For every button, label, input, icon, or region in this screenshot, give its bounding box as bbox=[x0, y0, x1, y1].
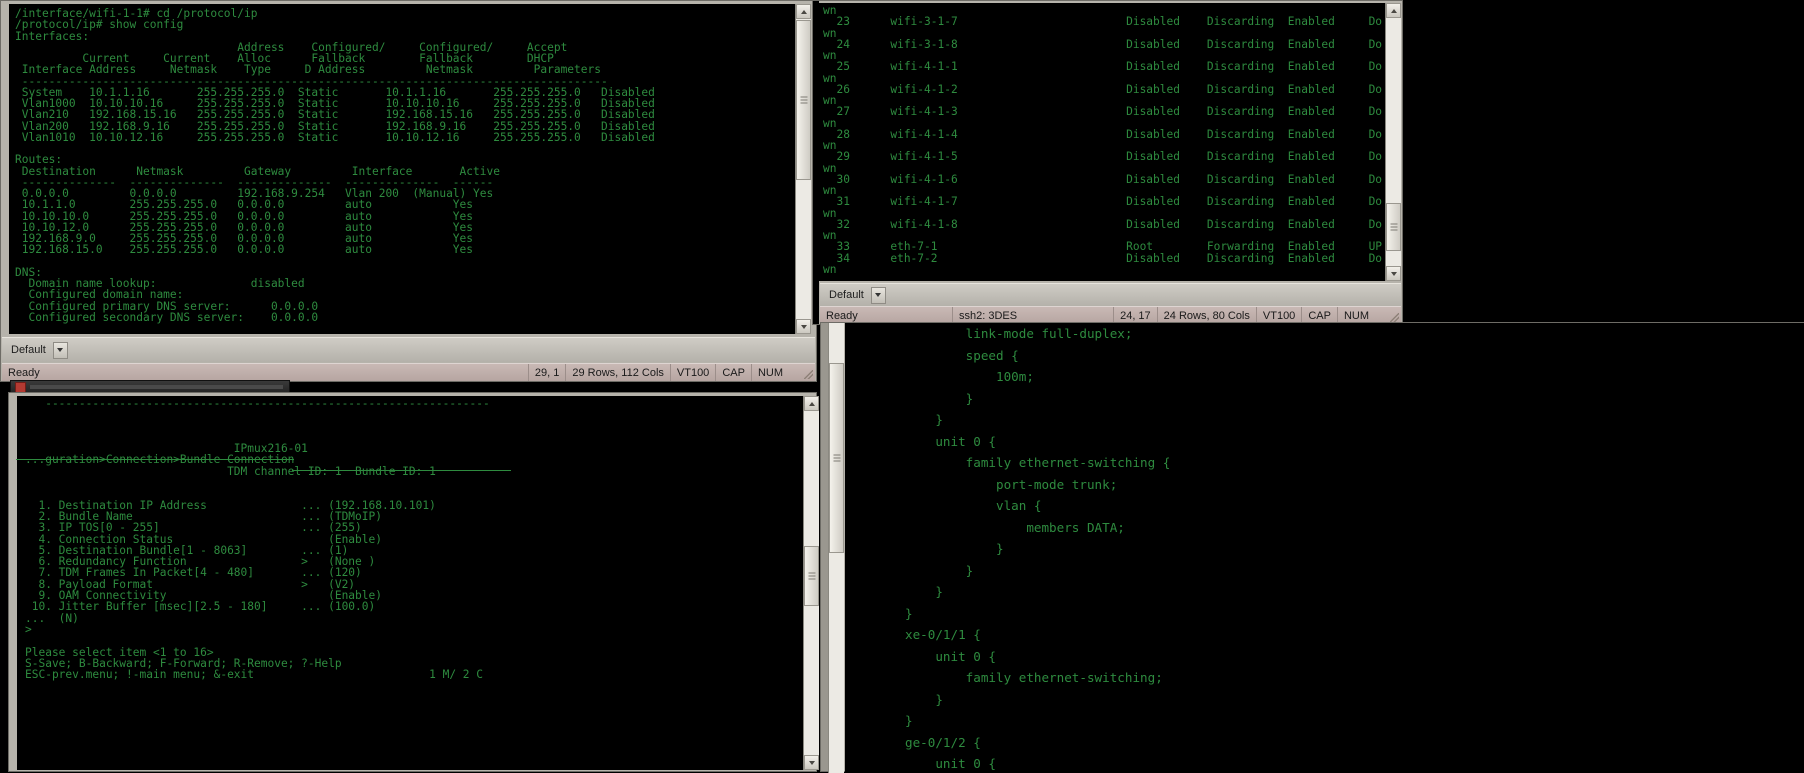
ipmux-terminal-text: ----------------------------------------… bbox=[25, 397, 490, 682]
session-select-ip-config[interactable]: Default bbox=[8, 341, 68, 359]
ip-config-terminal-text: /interface/wifi-1-1# cd /protocol/ip /pr… bbox=[15, 7, 655, 324]
scrollbar-thumb-grip bbox=[808, 572, 815, 580]
status-cursor-position: 29, 1 bbox=[529, 364, 567, 381]
scrollbar-thumb[interactable] bbox=[796, 20, 811, 180]
spanning-tree-terminal-text: wn 23 wifi-3-1-7 Disabled Discarding Ena… bbox=[823, 4, 1383, 276]
securecrt-ipmux-window[interactable]: ----------------------------------------… bbox=[8, 392, 819, 772]
titlebar-placeholder bbox=[30, 385, 283, 389]
scroll-up-arrow-icon[interactable] bbox=[796, 4, 811, 19]
scrollbar-thumb-grip bbox=[800, 96, 807, 104]
ip-config-vertical-scrollbar[interactable] bbox=[795, 4, 811, 334]
close-icon[interactable] bbox=[15, 381, 26, 393]
status-cap-indicator: CAP bbox=[716, 364, 752, 381]
spanning-tree-session-bar: Default bbox=[820, 283, 1401, 306]
ipmux-tdm-channel-underline bbox=[292, 470, 511, 471]
junos-vertical-scrollbar[interactable] bbox=[828, 323, 844, 773]
scrollbar-thumb[interactable] bbox=[829, 363, 844, 553]
ip-config-status-bar: Ready 29, 1 29 Rows, 112 Cols VT100 CAP … bbox=[2, 363, 815, 381]
scroll-up-arrow-icon[interactable] bbox=[1386, 3, 1401, 18]
scroll-up-arrow-icon[interactable] bbox=[804, 396, 819, 411]
ip-config-terminal-area[interactable]: /interface/wifi-1-1# cd /protocol/ip /pr… bbox=[9, 4, 795, 334]
securecrt-spanning-tree-window[interactable]: wn 23 wifi-3-1-7 Disabled Discarding Ena… bbox=[812, 0, 1403, 325]
scroll-down-arrow-icon[interactable] bbox=[796, 319, 811, 334]
spanning-tree-vertical-scrollbar[interactable] bbox=[1385, 3, 1401, 281]
session-select-label: Default bbox=[11, 343, 46, 356]
scrollbar-thumb-grip bbox=[1390, 223, 1397, 231]
scrollbar-thumb[interactable] bbox=[1386, 203, 1401, 251]
spanning-tree-terminal-area[interactable]: wn 23 wifi-3-1-7 Disabled Discarding Ena… bbox=[819, 3, 1385, 281]
junos-window-left-gutter bbox=[821, 323, 828, 771]
ipmux-terminal-area[interactable]: ----------------------------------------… bbox=[17, 396, 803, 770]
session-select-spanning-tree[interactable]: Default bbox=[826, 286, 886, 304]
securecrt-junos-config-window[interactable]: link-mode full-duplex; speed { 100m; } }… bbox=[820, 322, 1804, 773]
desktop-background: /interface/wifi-1-1# cd /protocol/ip /pr… bbox=[0, 0, 1804, 773]
chevron-down-icon[interactable] bbox=[870, 286, 886, 304]
session-select-label: Default bbox=[829, 288, 864, 301]
scroll-down-arrow-icon[interactable] bbox=[1386, 266, 1401, 281]
scrollbar-thumb[interactable] bbox=[804, 546, 819, 606]
status-terminal-dimensions: 29 Rows, 112 Cols bbox=[566, 364, 671, 381]
ipmux-vertical-scrollbar[interactable] bbox=[803, 396, 819, 770]
status-num-indicator: NUM bbox=[757, 366, 783, 379]
ip-config-session-bar: Default bbox=[2, 337, 815, 362]
status-emulation: VT100 bbox=[671, 364, 717, 381]
scroll-down-arrow-icon[interactable] bbox=[804, 755, 819, 770]
chevron-down-icon[interactable] bbox=[52, 341, 68, 359]
ipmux-breadcrumb-underline bbox=[16, 459, 294, 460]
junos-terminal-text: link-mode full-duplex; speed { 100m; } }… bbox=[905, 326, 1171, 771]
securecrt-ip-config-window[interactable]: /interface/wifi-1-1# cd /protocol/ip /pr… bbox=[0, 0, 817, 382]
junos-terminal-area[interactable]: link-mode full-duplex; speed { 100m; } }… bbox=[845, 323, 1804, 773]
desktop-gap-right bbox=[1403, 0, 1804, 322]
status-ready: Ready bbox=[2, 364, 529, 381]
scrollbar-thumb-grip bbox=[833, 454, 840, 462]
resize-grip-icon[interactable] bbox=[789, 364, 815, 381]
